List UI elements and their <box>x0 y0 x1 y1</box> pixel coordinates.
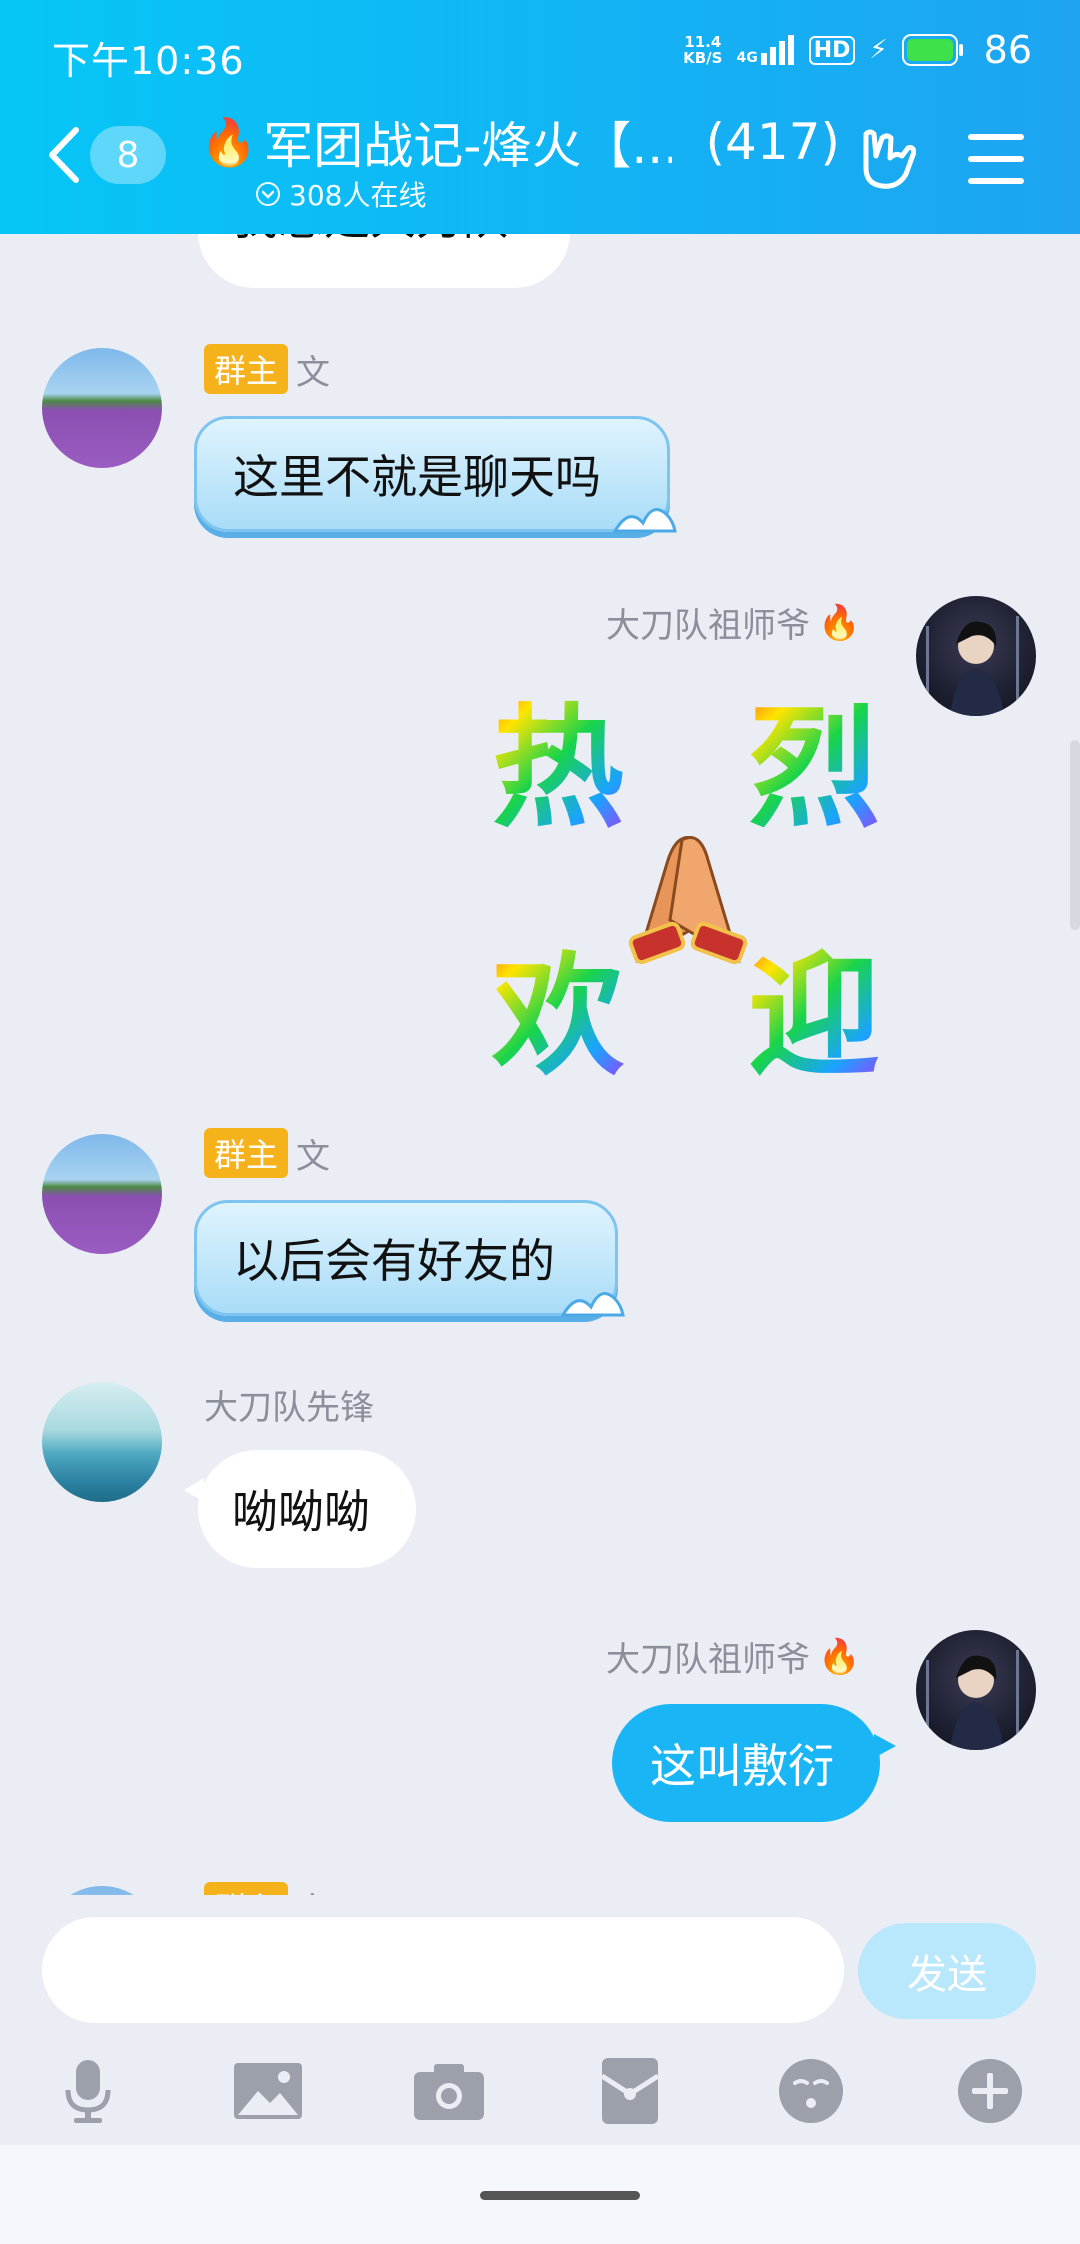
fire-icon: 🔥 <box>200 114 258 169</box>
rock-hand-icon <box>863 129 917 189</box>
sender-name-row: 大刀队先锋 <box>204 1380 374 1429</box>
emoji-icon[interactable] <box>775 2055 847 2127</box>
sender-name-row: 群主 文 <box>204 344 330 394</box>
status-time: 下午10:36 <box>52 39 245 83</box>
avatar[interactable] <box>916 596 1036 716</box>
sender-name: 文 <box>296 352 331 393</box>
fire-icon: 🔥 <box>818 1636 861 1677</box>
sender-name: 大刀队祖师爷 <box>606 606 810 646</box>
sender-name-row: 群主 文 <box>204 1128 330 1178</box>
sender-name: 文 <box>296 1136 331 1177</box>
sender-name-row: 大刀队祖师爷 🔥 <box>606 598 860 647</box>
group-name: 军团战记-烽火【... <box>263 117 672 175</box>
message-text: 这里不就是聊天吗 <box>233 450 601 504</box>
unread-badge: 8 <box>90 126 166 184</box>
hd-icon: HD <box>808 35 856 65</box>
back-button[interactable]: 8 <box>46 126 166 184</box>
sender-name: 大刀队祖师爷 <box>606 1640 810 1680</box>
battery-icon <box>901 34 963 66</box>
scroll-handle[interactable] <box>1070 740 1080 930</box>
chevron-left-icon <box>49 127 79 183</box>
menu-icon <box>968 134 1024 140</box>
fire-icon: 🔥 <box>818 602 861 643</box>
chevron-down-circle-icon <box>256 182 280 206</box>
battery-percent: 86 <box>983 28 1032 72</box>
composer: 发送 <box>0 1895 1080 2244</box>
wave-decoration-icon <box>561 1292 625 1317</box>
message-text: 呦呦呦 <box>232 1485 370 1539</box>
character-icon <box>926 1650 1019 1750</box>
bubble-tail <box>184 1478 204 1502</box>
sender-name-row: 群主 文 <box>204 1882 330 1895</box>
avatar[interactable] <box>42 1886 162 1895</box>
signal-icon: 4G <box>736 35 794 65</box>
composer-toolbar <box>0 2055 1080 2139</box>
sender-name: 大刀队先锋 <box>204 1388 374 1428</box>
message-input[interactable] <box>42 1917 844 2023</box>
sender-name-row: 大刀队祖师爷 🔥 <box>606 1632 860 1681</box>
message-bubble[interactable]: 呦呦呦 <box>184 1450 416 1568</box>
menu-button[interactable] <box>968 134 1024 200</box>
status-icons: 11.4 KB/S 4G HD ⚡ 86 <box>683 28 1032 72</box>
avatar[interactable] <box>42 1134 162 1254</box>
net-speed: 11.4 KB/S <box>683 33 723 67</box>
message-bubble[interactable]: 这里不就是聊天吗 <box>194 416 677 533</box>
owner-badge: 群主 <box>204 1128 289 1178</box>
message-bubble[interactable]: 以后会有好友的 <box>194 1200 625 1317</box>
character-icon <box>926 616 1019 716</box>
clapping-hands-icon <box>628 836 748 965</box>
chat-area[interactable]: 我总是大刀队 群主 文 这里不就是聊天吗 大刀队祖师爷 🔥 热 烈 欢 迎 <box>0 0 1080 1895</box>
avatar[interactable] <box>916 1630 1036 1750</box>
chat-header: 下午10:36 11.4 KB/S 4G HD ⚡ 86 8 🔥 军团战记-烽火… <box>0 0 1080 234</box>
chat-title[interactable]: 🔥 军团战记-烽火【... (417) <box>200 106 840 178</box>
send-button[interactable]: 发送 <box>858 1923 1036 2019</box>
gesture-button[interactable] <box>860 128 917 194</box>
plus-icon[interactable] <box>954 2055 1026 2127</box>
charging-icon: ⚡ <box>869 35 888 65</box>
owner-badge: 群主 <box>204 1882 289 1895</box>
sticker-image[interactable]: 热 烈 欢 迎 <box>488 660 898 1094</box>
message-text: 这叫敷衍 <box>650 1739 834 1793</box>
member-count: (417) <box>705 113 840 171</box>
microphone-icon[interactable] <box>52 2055 124 2127</box>
owner-badge: 群主 <box>204 344 289 394</box>
system-nav-bar <box>0 2145 1080 2244</box>
avatar[interactable] <box>42 1382 162 1502</box>
sender-name: 文 <box>296 1883 330 1896</box>
online-status[interactable]: 308人在线 <box>255 174 426 214</box>
avatar[interactable] <box>42 348 162 468</box>
online-count: 308人在线 <box>289 179 427 212</box>
red-packet-icon[interactable] <box>594 2055 666 2127</box>
image-icon[interactable] <box>232 2055 304 2127</box>
wave-decoration-icon <box>613 508 677 533</box>
message-bubble[interactable]: 这叫敷衍 <box>612 1704 896 1822</box>
bubble-tail <box>874 1734 896 1758</box>
home-indicator[interactable] <box>480 2191 640 2200</box>
message-text: 以后会有好友的 <box>233 1234 555 1288</box>
camera-icon[interactable] <box>413 2055 485 2127</box>
